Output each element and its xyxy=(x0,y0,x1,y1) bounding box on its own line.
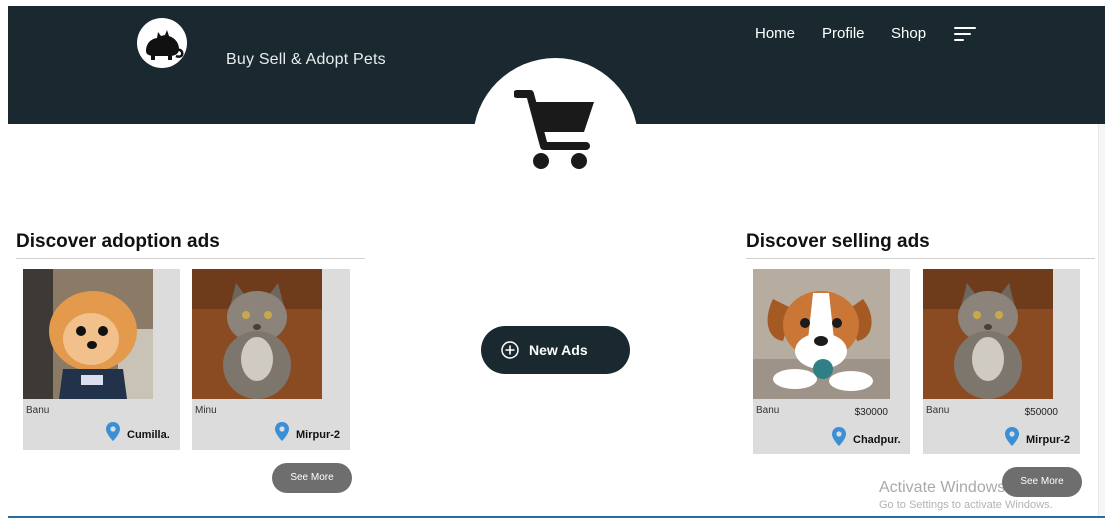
pet-location: Cumilla. xyxy=(127,429,170,441)
pet-name: Banu xyxy=(756,405,780,416)
pet-location: Chadpur. xyxy=(853,434,901,446)
bottom-border xyxy=(8,516,1105,518)
location-pin-icon xyxy=(1005,427,1019,446)
pet-name: Banu xyxy=(26,405,50,416)
pet-photo-cat xyxy=(923,269,1053,399)
selling-card-2[interactable]: Banu $50000 Mirpur-2 xyxy=(923,269,1080,454)
nav-home[interactable]: Home xyxy=(755,25,795,42)
pet-price: $30000 xyxy=(854,407,888,418)
scrollbar[interactable] xyxy=(1098,124,1105,517)
brand-name: Buy Sell & Adopt Pets xyxy=(226,51,386,68)
pet-photo-dog xyxy=(23,269,153,399)
pet-location: Mirpur-2 xyxy=(1026,434,1070,446)
pet-photo-puppy xyxy=(753,269,890,399)
selling-divider xyxy=(746,258,1095,259)
selling-card-1[interactable]: Banu $30000 Chadpur. xyxy=(753,269,910,454)
pet-name: Banu xyxy=(926,405,950,416)
cat-icon xyxy=(146,30,184,60)
windows-watermark-subtitle: Go to Settings to activate Windows. xyxy=(879,499,1053,511)
pet-price: $50000 xyxy=(1024,407,1058,418)
nav-profile[interactable]: Profile xyxy=(822,25,865,42)
windows-watermark-title: Activate Windows xyxy=(879,479,1006,496)
adoption-title: Discover adoption ads xyxy=(16,231,220,252)
cart-icon xyxy=(514,90,594,169)
plus-circle-icon xyxy=(501,341,519,359)
logo[interactable] xyxy=(137,18,187,68)
location-pin-icon xyxy=(832,427,846,446)
new-ads-label: New Ads xyxy=(529,342,588,358)
selling-title: Discover selling ads xyxy=(746,231,930,252)
selling-see-more-button[interactable]: See More xyxy=(1002,467,1082,497)
pet-name: Minu xyxy=(195,405,217,416)
new-ads-button[interactable]: New Ads xyxy=(481,326,630,374)
nav-shop[interactable]: Shop xyxy=(891,25,926,42)
adoption-card-1[interactable]: Banu Cumilla. xyxy=(23,269,180,450)
adoption-see-more-button[interactable]: See More xyxy=(272,463,352,493)
pet-location: Mirpur-2 xyxy=(296,429,340,441)
pet-photo-cat xyxy=(192,269,322,399)
adoption-divider xyxy=(16,258,365,259)
location-pin-icon xyxy=(275,422,289,441)
location-pin-icon xyxy=(106,422,120,441)
adoption-card-2[interactable]: Minu Mirpur-2 xyxy=(192,269,350,450)
menu-icon[interactable] xyxy=(954,27,976,43)
